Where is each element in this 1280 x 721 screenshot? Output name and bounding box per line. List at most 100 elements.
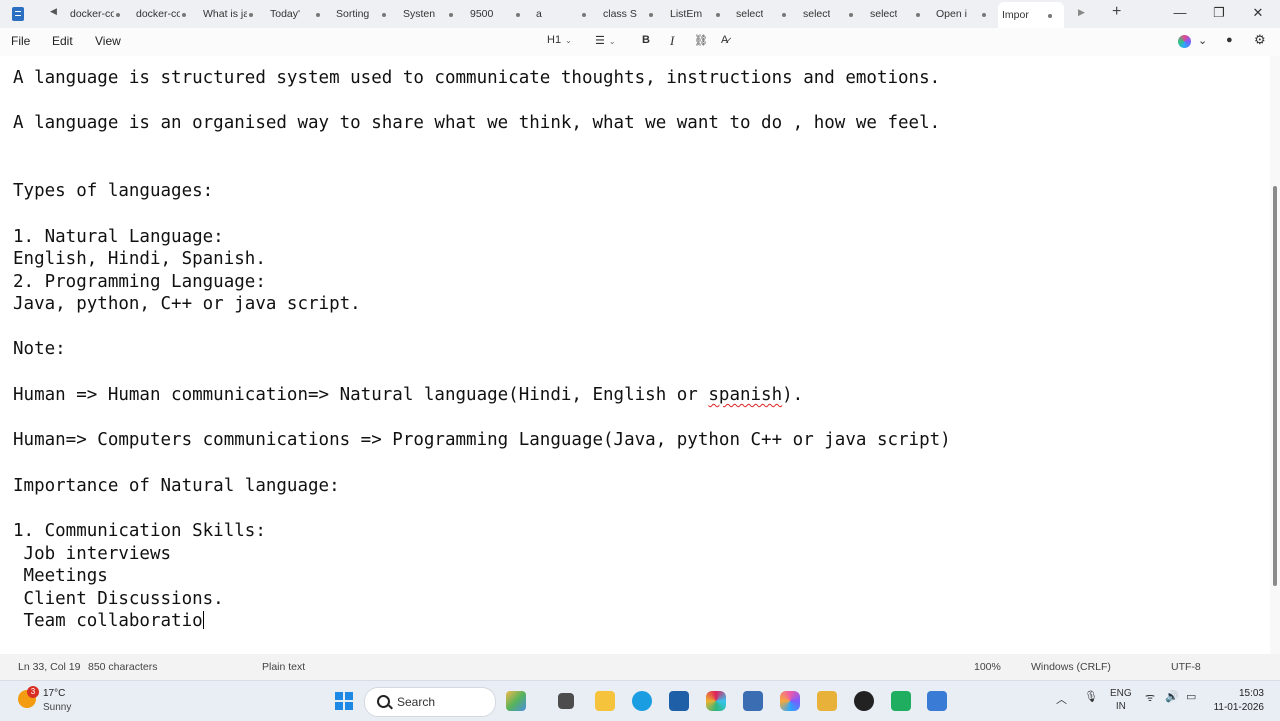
- tab-close-icon[interactable]: [649, 13, 653, 17]
- scrollbar-thumb[interactable]: [1273, 186, 1277, 586]
- maximize-button[interactable]: ❐: [1199, 2, 1239, 24]
- clear-formatting-icon[interactable]: A̷: [721, 34, 728, 46]
- encoding[interactable]: UTF-8: [1171, 661, 1201, 673]
- browser-tab[interactable]: Sorting: [332, 4, 398, 24]
- tab-label: Impor: [1002, 9, 1029, 21]
- tab-close-icon[interactable]: [449, 13, 453, 17]
- system-clock[interactable]: 15:03 11-01-2026: [1206, 687, 1264, 715]
- menu-view[interactable]: View: [95, 34, 121, 48]
- microphone-icon[interactable]: 🎙: [1084, 690, 1098, 703]
- tab-close-icon[interactable]: [249, 13, 253, 17]
- new-tab-button[interactable]: +: [1112, 3, 1121, 21]
- tab-close-icon[interactable]: [116, 13, 120, 17]
- notepad-taskbar-icon[interactable]: [927, 691, 947, 711]
- tab-label: docker-com: [136, 8, 180, 20]
- tab-close-icon[interactable]: [182, 13, 186, 17]
- tab-close-icon[interactable]: [982, 13, 986, 17]
- edge-browser-icon[interactable]: [632, 691, 652, 711]
- list-icon: ☰: [595, 35, 605, 47]
- browser-tab[interactable]: a: [532, 4, 598, 24]
- cursor-position: Ln 33, Col 19: [18, 661, 81, 673]
- battery-icon[interactable]: ▭: [1186, 690, 1196, 703]
- browser-tab[interactable]: class S: [599, 4, 665, 24]
- eclipse-ide-icon[interactable]: [743, 691, 763, 711]
- zoom-level[interactable]: 100%: [974, 661, 1001, 673]
- italic-button[interactable]: I: [670, 33, 674, 49]
- browser-tab[interactable]: Systen: [399, 4, 465, 24]
- language-indicator[interactable]: ENG IN: [1110, 687, 1132, 713]
- tab-close-icon[interactable]: [916, 13, 920, 17]
- file-explorer-icon[interactable]: [595, 691, 615, 711]
- tab-close-icon[interactable]: [516, 13, 520, 17]
- notepad-app-icon: [12, 7, 24, 21]
- editor-line: A language is an organised way to share …: [13, 113, 941, 133]
- tab-close-icon[interactable]: [1048, 14, 1052, 18]
- editor-line: Importance of Natural language:: [13, 476, 340, 496]
- heading-label: H1: [547, 34, 562, 46]
- tab-close-icon[interactable]: [582, 13, 586, 17]
- browser-tab[interactable]: ListEm: [666, 4, 732, 24]
- copilot-icon[interactable]: [1178, 35, 1191, 48]
- browser-tab[interactable]: Impor: [998, 2, 1064, 28]
- show-hidden-icons-chevron-up-icon[interactable]: ︿: [1056, 691, 1067, 707]
- tab-label: What is java: [203, 8, 247, 20]
- github-icon[interactable]: [854, 691, 874, 711]
- slack-icon[interactable]: [706, 691, 726, 711]
- folder-app-icon[interactable]: [817, 691, 837, 711]
- widgets-app-icon[interactable]: [506, 691, 526, 711]
- menu-edit[interactable]: Edit: [52, 34, 73, 48]
- chat-app-icon[interactable]: [891, 691, 911, 711]
- tab-close-icon[interactable]: [716, 13, 720, 17]
- start-button[interactable]: [335, 692, 353, 710]
- menu-file[interactable]: File: [11, 34, 30, 48]
- browser-tab[interactable]: 9500: [466, 4, 532, 24]
- tab-close-icon[interactable]: [849, 13, 853, 17]
- clock-date: 11-01-2026: [1213, 702, 1264, 713]
- tab-label: ListEm: [670, 8, 703, 20]
- tab-close-icon[interactable]: [382, 13, 386, 17]
- spellcheck-error[interactable]: spanish: [708, 385, 782, 405]
- browser-tab[interactable]: select: [866, 4, 932, 24]
- taskbar-search[interactable]: Search: [364, 687, 496, 717]
- scroll-tabs-left-icon[interactable]: ◀: [50, 6, 57, 17]
- browser-tab[interactable]: Today': [266, 4, 332, 24]
- browser-tab[interactable]: Open i: [932, 4, 998, 24]
- vertical-scrollbar[interactable]: [1270, 56, 1280, 654]
- browser-tab[interactable]: docker-com: [66, 4, 132, 24]
- tab-label: Sorting: [336, 8, 370, 20]
- copilot-app-icon[interactable]: [780, 691, 800, 711]
- text-editor[interactable]: A language is structured system used to …: [0, 56, 1270, 654]
- close-window-button[interactable]: ✕: [1238, 2, 1278, 24]
- browser-tab[interactable]: select: [799, 4, 865, 24]
- bold-button[interactable]: B: [642, 34, 650, 46]
- chevron-down-icon: ⌄: [608, 37, 616, 46]
- weather-temperature: 17°C: [43, 688, 66, 699]
- heading-dropdown[interactable]: H1 ⌄: [547, 34, 572, 46]
- vscode-icon[interactable]: [669, 691, 689, 711]
- search-label: Search: [397, 695, 436, 709]
- tab-label: Open i: [936, 8, 967, 20]
- notification-badge: 3: [27, 686, 39, 698]
- status-bar: Ln 33, Col 19 850 characters Plain text …: [0, 654, 1280, 680]
- language-code: ENG: [1110, 688, 1132, 699]
- browser-tab[interactable]: What is java: [199, 4, 265, 24]
- tab-close-icon[interactable]: [782, 13, 786, 17]
- list-dropdown[interactable]: ☰ ⌄: [595, 34, 616, 47]
- wifi-icon[interactable]: ᯤ: [1145, 690, 1155, 705]
- search-icon: [377, 695, 390, 708]
- minimize-button[interactable]: —: [1160, 2, 1200, 24]
- text-format[interactable]: Plain text: [262, 661, 305, 673]
- browser-tab[interactable]: select: [732, 4, 798, 24]
- line-ending[interactable]: Windows (CRLF): [1031, 661, 1111, 673]
- copilot-chevron-down-icon[interactable]: ⌄: [1198, 34, 1207, 47]
- task-view-app-icon[interactable]: [558, 693, 574, 709]
- scroll-tabs-right-icon[interactable]: ▶: [1078, 7, 1085, 18]
- tab-label: docker-com: [70, 8, 114, 20]
- tab-label: Today': [270, 8, 301, 20]
- settings-gear-icon[interactable]: ⚙: [1254, 32, 1266, 48]
- account-icon[interactable]: ●: [1226, 34, 1233, 46]
- browser-tab[interactable]: docker-com: [132, 4, 198, 24]
- volume-icon[interactable]: 🔊: [1165, 690, 1179, 703]
- link-icon[interactable]: ⛓: [694, 34, 708, 47]
- tab-close-icon[interactable]: [316, 13, 320, 17]
